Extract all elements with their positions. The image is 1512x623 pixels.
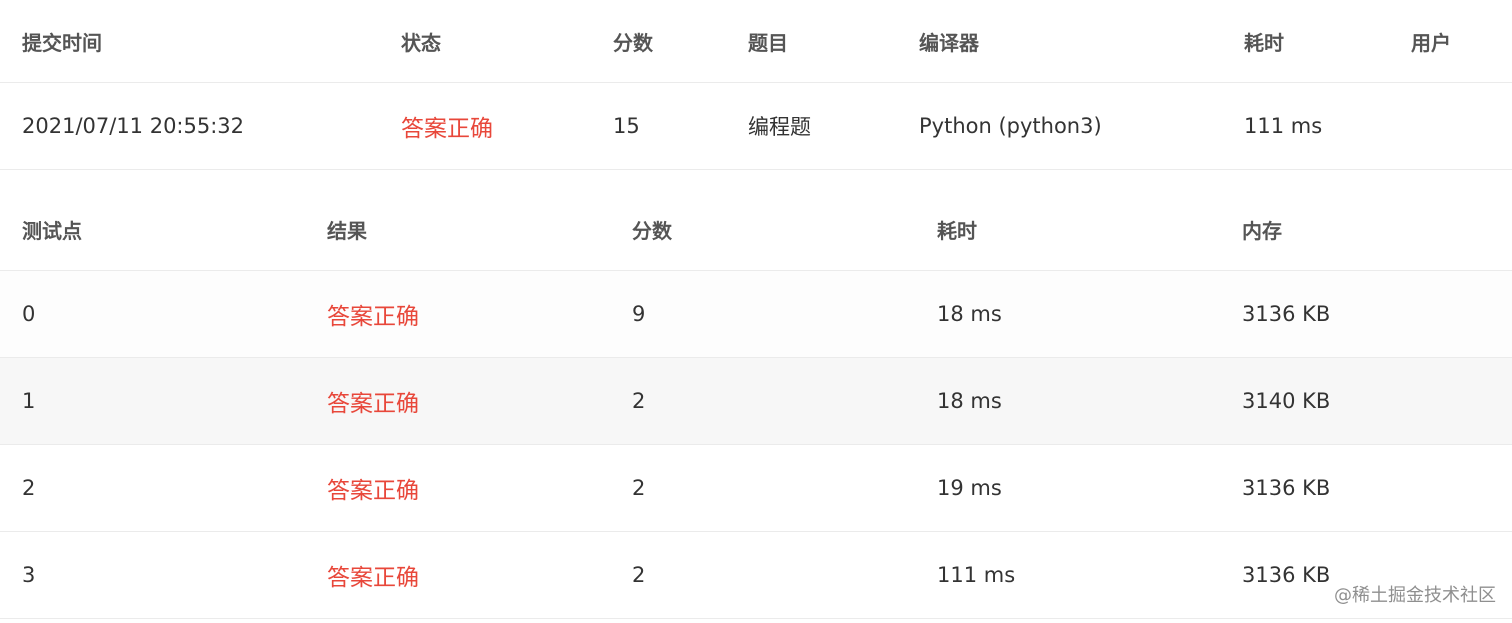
status-accepted: 答案正确: [401, 116, 493, 142]
testcase-result: 答案正确: [327, 304, 419, 330]
submission-table-header: 提交时间 状态 分数 题目 编译器 耗时 用户: [0, 0, 1512, 83]
submit-time: 2021/07/11 20:55:32: [22, 114, 245, 138]
testcase-memory: 3136 KB: [1242, 476, 1331, 500]
header-memory: 内存: [1242, 218, 1282, 243]
testcase-score: 2: [632, 476, 646, 500]
testcase-time-cost: 111 ms: [937, 563, 1016, 587]
header-compiler: 编译器: [919, 30, 979, 55]
testcase-time-cost: 19 ms: [937, 476, 1002, 500]
testcase-result: 答案正确: [327, 565, 419, 591]
header-submit-time: 提交时间: [22, 30, 102, 55]
submission-score: 15: [613, 114, 640, 138]
testcase-id: 0: [22, 302, 36, 326]
testcase-score: 2: [632, 563, 646, 587]
testcase-time-cost: 18 ms: [937, 302, 1002, 326]
testcase-memory: 3136 KB: [1242, 302, 1331, 326]
testcase-row: 3 答案正确 2 111 ms 3136 KB: [0, 532, 1512, 619]
testcase-id: 1: [22, 389, 36, 413]
testcase-score: 9: [632, 302, 646, 326]
header-time-cost: 耗时: [1244, 30, 1284, 55]
header-user: 用户: [1411, 30, 1451, 55]
testcase-time-cost: 18 ms: [937, 389, 1002, 413]
testcase-row: 2 答案正确 2 19 ms 3136 KB: [0, 445, 1512, 532]
testcase-memory: 3136 KB: [1242, 563, 1331, 587]
header-problem: 题目: [748, 30, 788, 55]
testcase-id: 2: [22, 476, 36, 500]
header-testcase-time-cost: 耗时: [937, 218, 977, 243]
problem-type: 编程题: [748, 115, 811, 139]
testcase-row: 1 答案正确 2 18 ms 3140 KB: [0, 358, 1512, 445]
watermark: @稀土掘金技术社区: [1334, 585, 1496, 606]
submission-row: 2021/07/11 20:55:32 答案正确 15 编程题 Python (…: [0, 83, 1512, 170]
testcase-table-header: 测试点 结果 分数 耗时 内存: [0, 170, 1512, 271]
testcase-result: 答案正确: [327, 478, 419, 504]
compiler-name: Python (python3): [919, 114, 1102, 138]
testcase-id: 3: [22, 563, 36, 587]
header-result: 结果: [327, 218, 367, 243]
testcase-memory: 3140 KB: [1242, 389, 1331, 413]
header-score: 分数: [613, 30, 653, 55]
header-testcase-score: 分数: [632, 218, 672, 243]
submission-time-cost: 111 ms: [1244, 114, 1323, 138]
testcase-row: 0 答案正确 9 18 ms 3136 KB: [0, 271, 1512, 358]
testcase-result: 答案正确: [327, 391, 419, 417]
testcase-score: 2: [632, 389, 646, 413]
header-status: 状态: [401, 30, 441, 55]
header-testcase: 测试点: [22, 218, 82, 243]
